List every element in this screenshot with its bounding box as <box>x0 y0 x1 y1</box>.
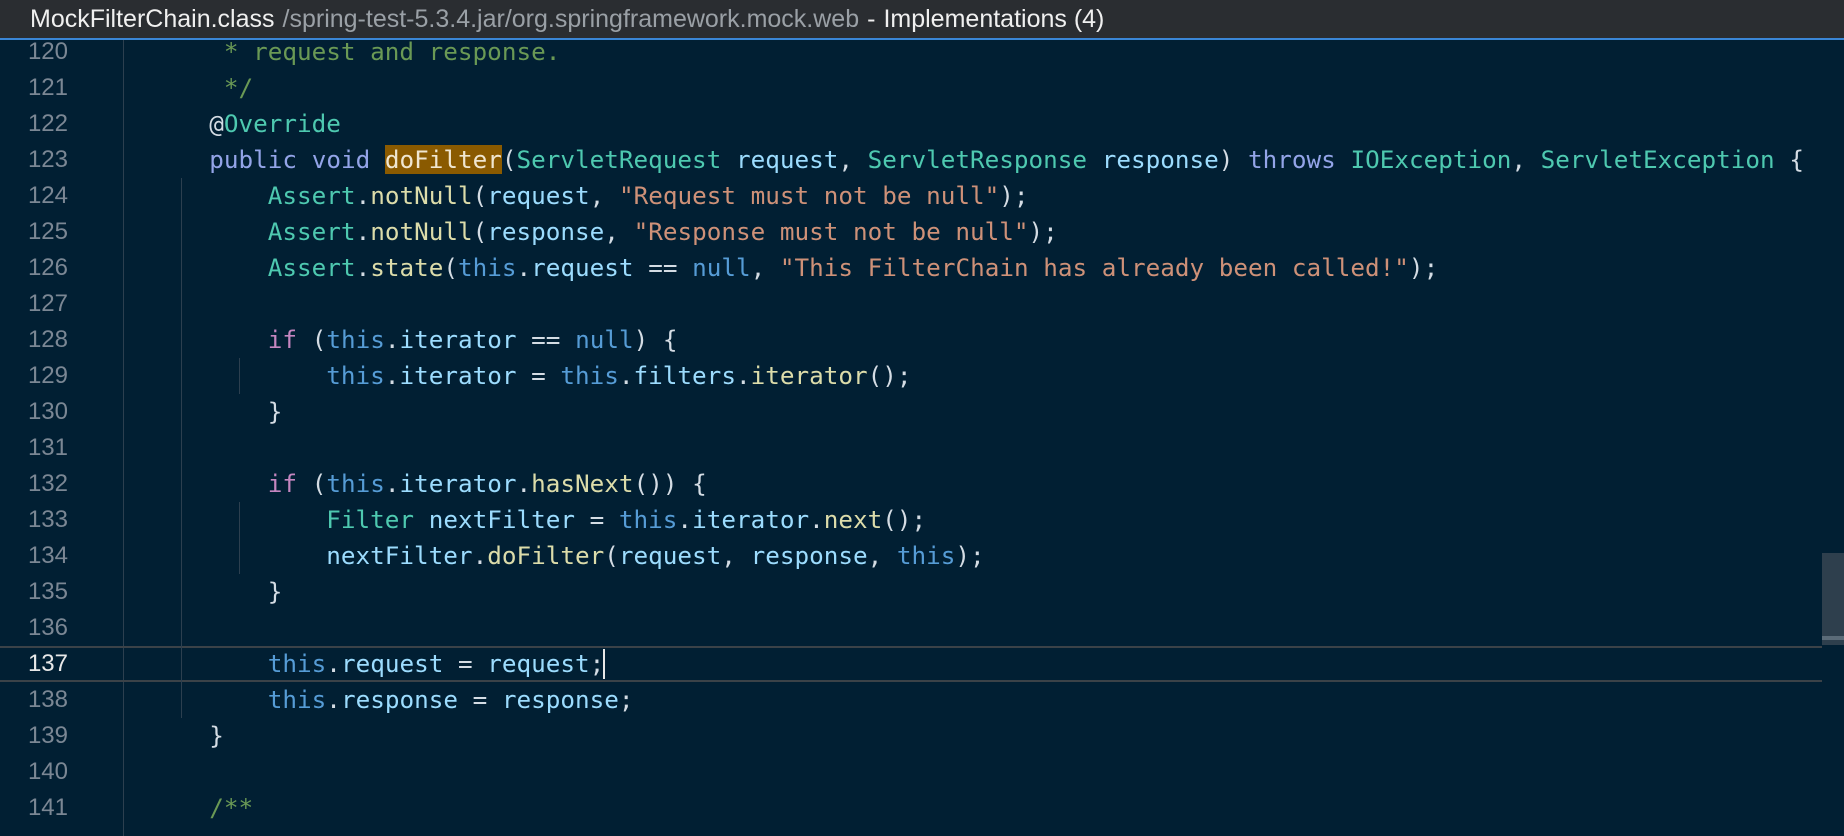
code-line[interactable]: 134 nextFilter.doFilter(request, respons… <box>0 538 1844 574</box>
code-line[interactable]: 121 */ <box>0 70 1844 106</box>
indent-guide <box>181 178 182 214</box>
code-text[interactable]: if (this.iterator.hasNext()) { <box>180 466 707 502</box>
line-number[interactable]: 133 <box>0 502 68 538</box>
indent-guide <box>239 538 240 574</box>
indent-guide <box>239 358 240 394</box>
code-text[interactable]: this.response = response; <box>180 682 634 718</box>
code-text[interactable]: @Override <box>180 106 341 142</box>
indent-guide <box>181 466 182 502</box>
indent-guide <box>181 214 182 250</box>
code-text[interactable]: } <box>180 718 224 754</box>
line-number[interactable]: 136 <box>0 610 68 646</box>
code-line[interactable]: 126 Assert.state(this.request == null, "… <box>0 250 1844 286</box>
code-line[interactable]: 140 <box>0 754 1844 790</box>
code-text[interactable]: * request and response. <box>180 40 560 70</box>
line-number[interactable]: 139 <box>0 718 68 754</box>
code-text[interactable]: Filter nextFilter = this.iterator.next()… <box>180 502 926 538</box>
code-line[interactable]: 139 } <box>0 718 1844 754</box>
scrollbar-marker <box>1822 636 1844 640</box>
code-text[interactable]: /** <box>180 790 253 826</box>
file-path: /spring-test-5.3.4.jar/org.springframewo… <box>282 5 860 33</box>
code-text[interactable]: Assert.notNull(response, "Response must … <box>180 214 1058 250</box>
indent-guide <box>181 286 182 322</box>
file-name[interactable]: MockFilterChain.class <box>30 5 275 33</box>
code-text[interactable]: this.iterator = this.filters.iterator(); <box>180 358 911 394</box>
code-line[interactable]: 136 <box>0 610 1844 646</box>
implementations-count[interactable]: Implementations (4) <box>883 5 1104 33</box>
code-line[interactable]: 125 Assert.notNull(response, "Response m… <box>0 214 1844 250</box>
indent-guide <box>181 250 182 286</box>
code-text[interactable]: this.request = request; <box>180 646 605 682</box>
indent-guide <box>181 502 182 538</box>
line-number[interactable]: 128 <box>0 322 68 358</box>
indent-guide <box>181 682 182 718</box>
code-text[interactable]: } <box>180 394 283 430</box>
indent-guide <box>181 430 182 466</box>
code-line[interactable]: 138 this.response = response; <box>0 682 1844 718</box>
line-number[interactable]: 134 <box>0 538 68 574</box>
line-number[interactable]: 129 <box>0 358 68 394</box>
line-number[interactable]: 126 <box>0 250 68 286</box>
code-line[interactable]: 127 <box>0 286 1844 322</box>
code-line[interactable]: 130 } <box>0 394 1844 430</box>
code-line[interactable]: 141 /** <box>0 790 1844 826</box>
line-number[interactable]: 121 <box>0 70 68 106</box>
line-number[interactable]: 122 <box>0 106 68 142</box>
code-text[interactable]: public void doFilter(ServletRequest requ… <box>180 142 1804 178</box>
code-line[interactable]: 131 <box>0 430 1844 466</box>
indent-guide <box>181 358 182 394</box>
indent-guide <box>181 574 182 610</box>
scrollbar-thumb[interactable] <box>1822 553 1844 645</box>
code-line[interactable]: 132 if (this.iterator.hasNext()) { <box>0 466 1844 502</box>
line-number[interactable]: 123 <box>0 142 68 178</box>
code-editor[interactable]: 120 * request and response. 121 */122 @Ov… <box>0 40 1844 836</box>
code-line[interactable]: 122 @Override <box>0 106 1844 142</box>
title-bar: MockFilterChain.class/spring-test-5.3.4.… <box>0 0 1844 40</box>
line-number[interactable]: 135 <box>0 574 68 610</box>
code-text[interactable]: */ <box>180 70 253 106</box>
vertical-scrollbar[interactable] <box>1822 40 1844 836</box>
code-text[interactable]: } <box>180 574 283 610</box>
code-line[interactable]: 124 Assert.notNull(request, "Request mus… <box>0 178 1844 214</box>
indent-guide <box>181 322 182 358</box>
code-line[interactable]: 137 this.request = request; <box>0 646 1844 682</box>
line-number[interactable]: 141 <box>0 790 68 826</box>
code-line[interactable]: 133 Filter nextFilter = this.iterator.ne… <box>0 502 1844 538</box>
line-number[interactable]: 127 <box>0 286 68 322</box>
indent-guide <box>181 610 182 646</box>
code-text[interactable]: nextFilter.doFilter(request, response, t… <box>180 538 984 574</box>
code-text[interactable]: Assert.notNull(request, "Request must no… <box>180 178 1029 214</box>
line-number[interactable]: 120 <box>0 40 68 70</box>
code-text[interactable]: Assert.state(this.request == null, "This… <box>180 250 1438 286</box>
indent-guide <box>181 538 182 574</box>
line-number[interactable]: 130 <box>0 394 68 430</box>
line-number[interactable]: 125 <box>0 214 68 250</box>
code-text[interactable]: if (this.iterator == null) { <box>180 322 678 358</box>
indent-guide <box>181 646 182 682</box>
code-line[interactable]: 135 } <box>0 574 1844 610</box>
line-number[interactable]: 140 <box>0 754 68 790</box>
line-number[interactable]: 131 <box>0 430 68 466</box>
code-line[interactable]: 123 public void doFilter(ServletRequest … <box>0 142 1844 178</box>
text-caret <box>603 649 606 679</box>
title-separator: - <box>867 5 876 33</box>
code-line[interactable]: 120 * request and response. <box>0 40 1844 70</box>
line-number[interactable]: 132 <box>0 466 68 502</box>
line-number[interactable]: 138 <box>0 682 68 718</box>
line-number[interactable]: 124 <box>0 178 68 214</box>
indent-guide <box>181 394 182 430</box>
line-number[interactable]: 137 <box>0 646 68 682</box>
code-line[interactable]: 129 this.iterator = this.filters.iterato… <box>0 358 1844 394</box>
code-line[interactable]: 128 if (this.iterator == null) { <box>0 322 1844 358</box>
indent-guide <box>239 502 240 538</box>
